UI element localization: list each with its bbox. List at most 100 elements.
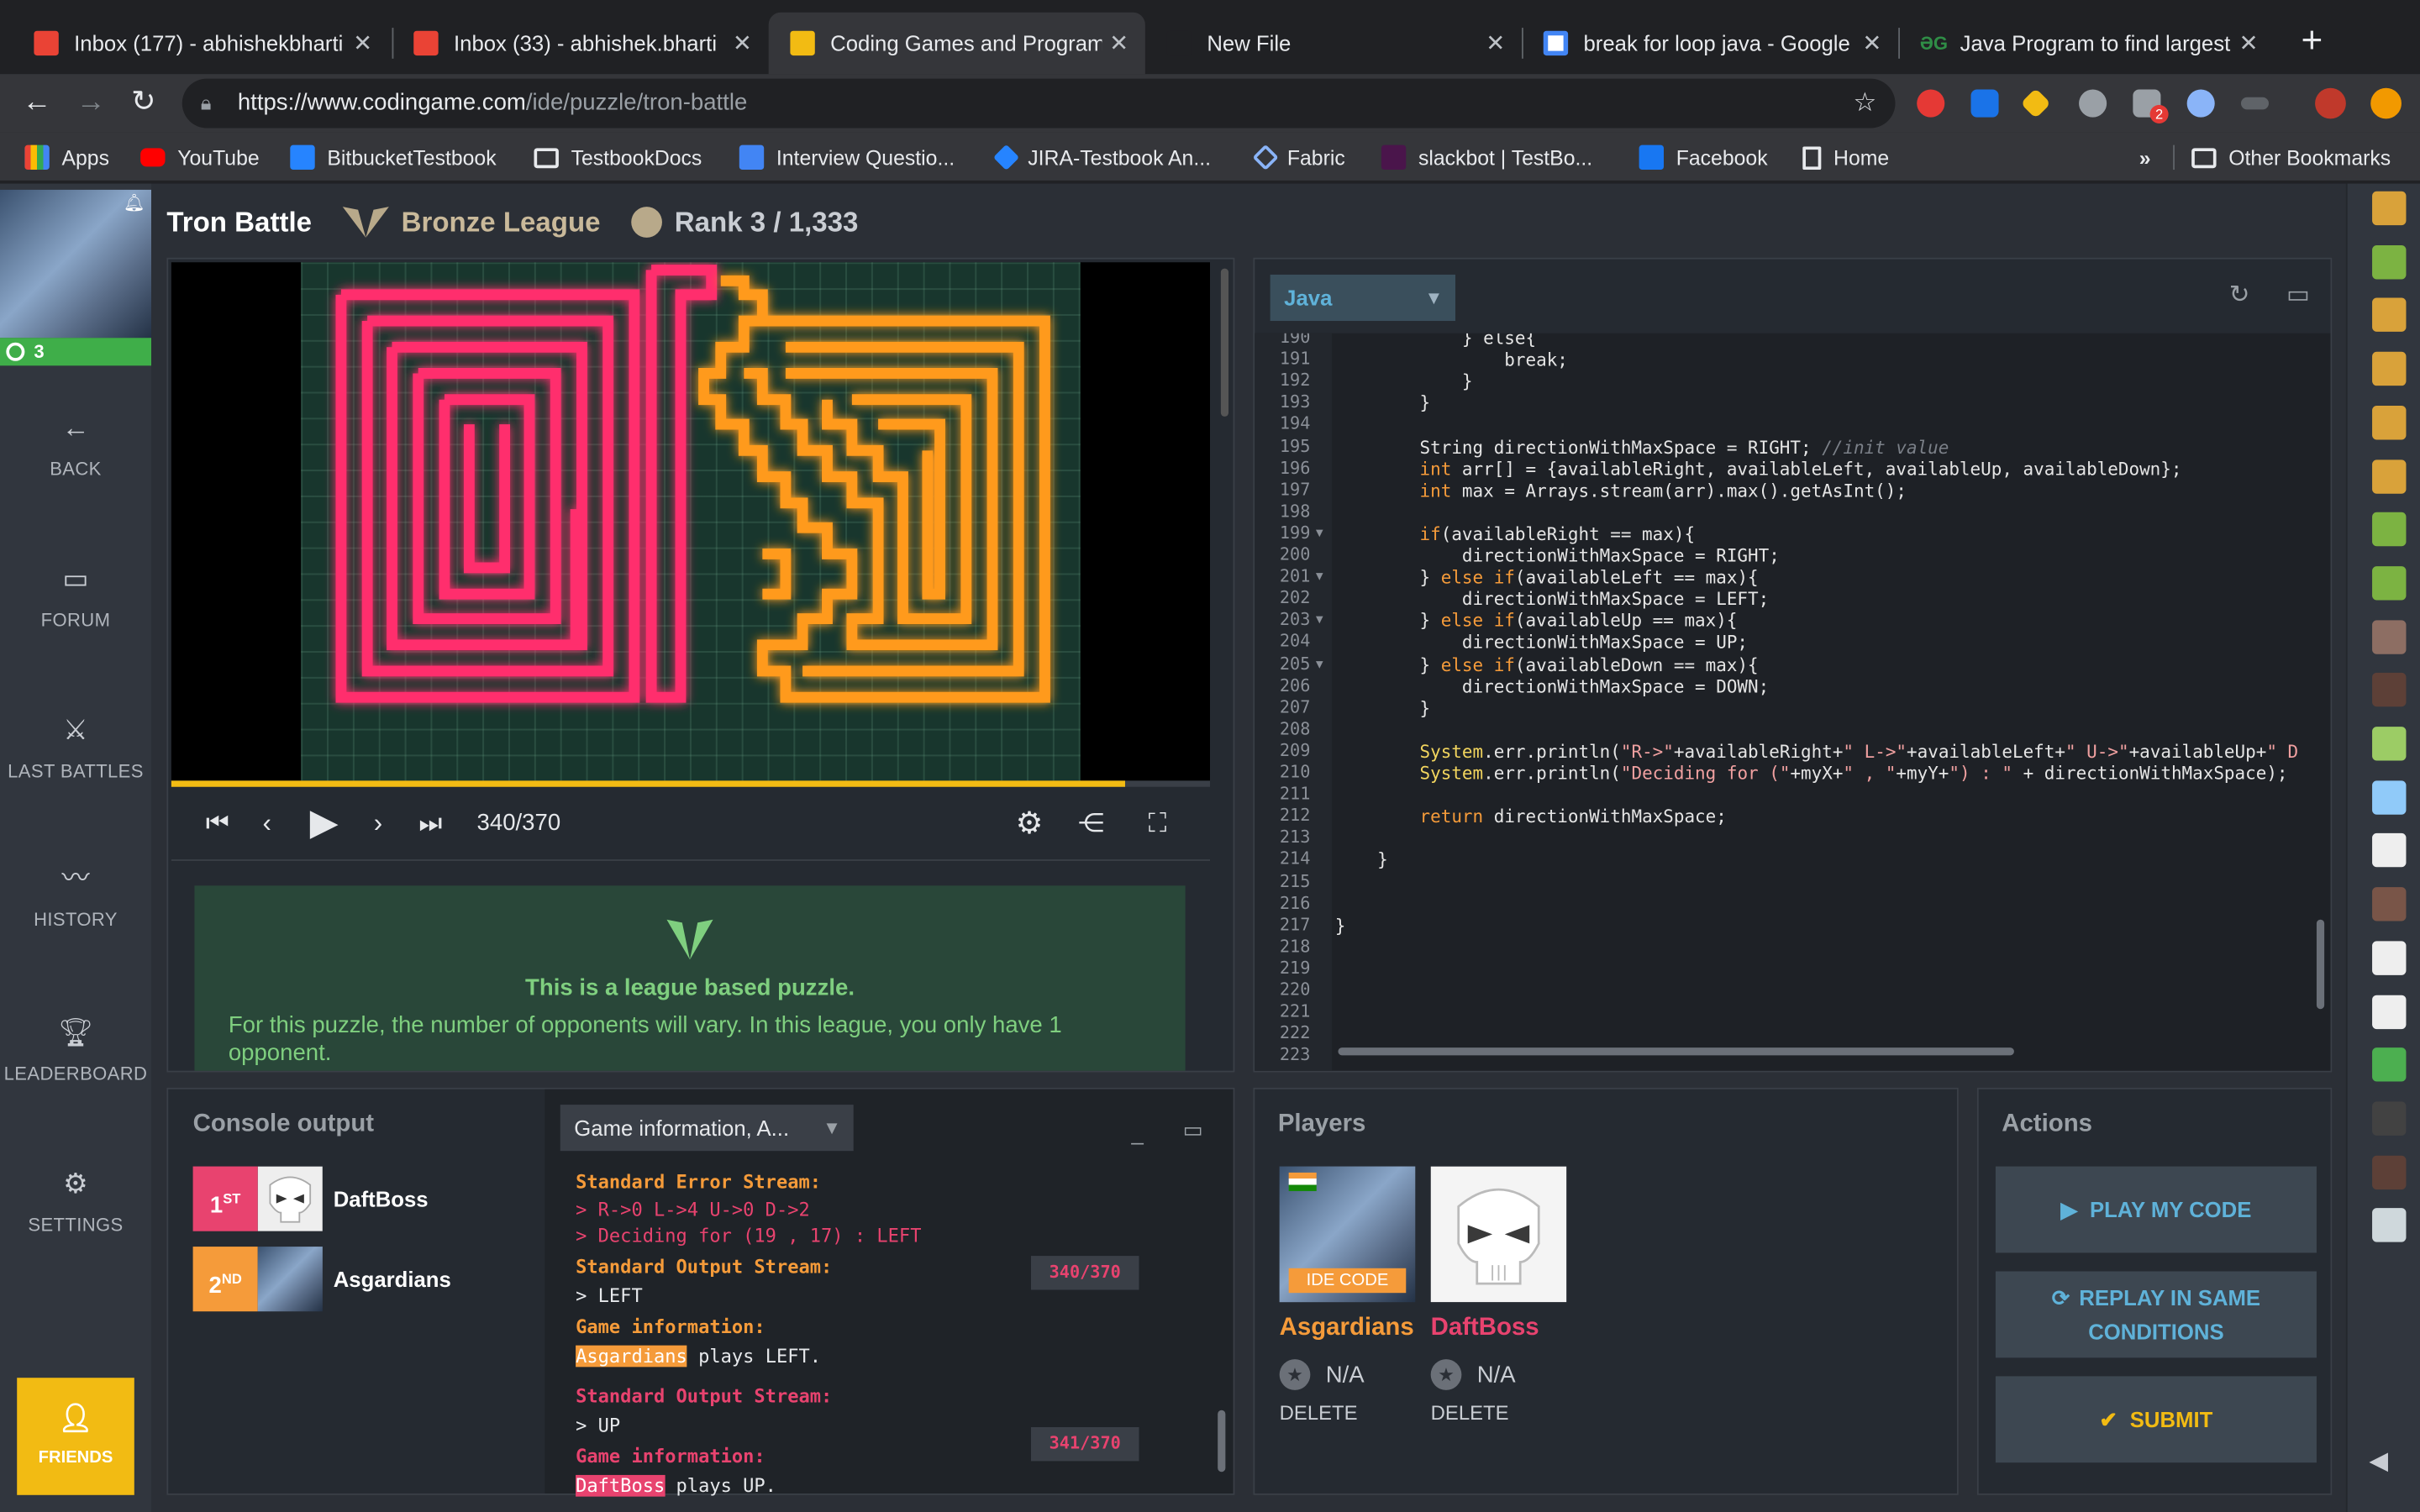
update-icon[interactable] bbox=[2370, 87, 2402, 119]
tab-new-file[interactable]: New File ✕ bbox=[1145, 13, 1522, 74]
game-arena[interactable] bbox=[171, 262, 1229, 781]
replay-progress-bar[interactable] bbox=[171, 780, 1210, 787]
extension-wing-icon[interactable] bbox=[2240, 97, 2269, 110]
friend-avatar[interactable] bbox=[2372, 887, 2407, 921]
friend-avatar[interactable] bbox=[2372, 565, 2407, 601]
reload-icon[interactable]: ↻ bbox=[124, 83, 164, 123]
close-icon[interactable]: ✕ bbox=[2232, 29, 2265, 57]
more-bookmarks-chevron[interactable]: » bbox=[2139, 142, 2151, 173]
collapse-arrow-icon[interactable]: ◀ bbox=[2369, 1446, 2388, 1477]
nav-history[interactable]: 〰 HISTORY bbox=[0, 859, 151, 931]
profile-avatar[interactable] bbox=[2315, 87, 2346, 119]
language-select[interactable]: Java ▼ bbox=[1270, 274, 1456, 322]
friend-avatar[interactable] bbox=[2372, 1208, 2407, 1243]
minimize-icon[interactable]: _ bbox=[1125, 1120, 1150, 1144]
extension-tag-icon[interactable] bbox=[2020, 87, 2051, 119]
friend-avatar[interactable] bbox=[2372, 1101, 2407, 1136]
address-bar[interactable]: 🔒︎ https://www.codingame.com/ide/puzzle/… bbox=[182, 78, 1896, 129]
nav-settings[interactable]: ⚙︎ SETTINGS bbox=[0, 1165, 151, 1236]
code-horizontal-scrollbar[interactable] bbox=[1338, 1047, 2014, 1056]
close-icon[interactable]: ✕ bbox=[1855, 29, 1889, 57]
friend-avatar[interactable] bbox=[2372, 1154, 2407, 1189]
bookmark-facebook[interactable]: Facebook bbox=[1639, 142, 1768, 173]
bookmark-youtube[interactable]: YouTube bbox=[140, 142, 260, 173]
rewind-start-icon[interactable]: ⏮︎ bbox=[199, 806, 236, 843]
bookmark-home[interactable]: Home bbox=[1802, 142, 1889, 173]
viewer-scrollbar[interactable] bbox=[1220, 268, 1229, 417]
friend-avatar[interactable] bbox=[2372, 512, 2407, 547]
friend-avatar[interactable] bbox=[2372, 459, 2407, 493]
code-vertical-scrollbar[interactable] bbox=[2316, 919, 2325, 1010]
friend-avatar[interactable] bbox=[2372, 298, 2407, 333]
maximize-icon[interactable]: ▭ bbox=[2283, 281, 2314, 312]
user-avatar[interactable]: 🔔︎ bbox=[0, 189, 151, 339]
step-forward-icon[interactable]: › bbox=[363, 806, 394, 843]
new-tab-button[interactable]: + bbox=[2291, 21, 2333, 65]
bookmark-apps[interactable]: Apps bbox=[24, 142, 109, 173]
console-filter-select[interactable]: Game information, A... ▼ bbox=[560, 1105, 854, 1152]
fold-arrow-icon[interactable]: ▼ bbox=[1313, 522, 1326, 544]
code-text[interactable]: } else{ break; } } String directionWithM… bbox=[1335, 333, 2331, 1071]
friend-avatar[interactable] bbox=[2372, 351, 2407, 386]
reset-code-icon[interactable]: ↻ bbox=[2224, 281, 2255, 312]
friend-avatar[interactable] bbox=[2372, 780, 2407, 815]
extension-circle-icon[interactable] bbox=[2186, 89, 2215, 118]
extension-stop-icon[interactable] bbox=[1917, 89, 1945, 118]
fold-arrow-icon[interactable]: ▼ bbox=[1313, 566, 1326, 588]
friends-button[interactable]: 👤︎ FRIENDS bbox=[17, 1378, 134, 1495]
friend-avatar[interactable] bbox=[2372, 727, 2407, 761]
console-scrollbar[interactable] bbox=[1218, 1410, 1226, 1473]
close-icon[interactable]: ✕ bbox=[1479, 29, 1512, 57]
gear-icon[interactable]: ⚙︎ bbox=[1011, 806, 1048, 843]
nav-leaderboard[interactable]: 🏆︎ LEADERBOARD bbox=[0, 1014, 151, 1084]
tab-inbox-177[interactable]: Inbox (177) - abhishekbharti ✕ bbox=[13, 13, 389, 74]
fullscreen-icon[interactable]: ⛶ bbox=[1134, 806, 1181, 843]
replay-same-conditions-button[interactable]: ⟳ REPLAY IN SAME CONDITIONS bbox=[1995, 1271, 2317, 1358]
fast-forward-end-icon[interactable]: ⏭︎ bbox=[412, 806, 449, 843]
nav-forum[interactable]: ▭ FORUM bbox=[0, 560, 151, 631]
friend-avatar[interactable] bbox=[2372, 1047, 2407, 1082]
maximize-icon[interactable]: ▭ bbox=[1181, 1117, 1205, 1142]
tab-google-search[interactable]: break for loop java - Google ✕ bbox=[1522, 13, 1898, 74]
delete-player-button[interactable]: DELETE bbox=[1280, 1401, 1358, 1425]
code-area[interactable]: 190 191 192 193 194 195 196 197 198 199 ▼ 200 201 ▼ 20… bbox=[1255, 333, 2331, 1071]
bookmark-testbookdocs[interactable]: TestbookDocs bbox=[534, 142, 702, 173]
extension-skype-icon[interactable] bbox=[2079, 89, 2107, 118]
fold-arrow-icon[interactable]: ▼ bbox=[1313, 610, 1326, 632]
submit-button[interactable]: ✔ SUBMIT bbox=[1995, 1376, 2317, 1463]
close-icon[interactable]: ✕ bbox=[345, 29, 379, 57]
play-icon[interactable]: ▶ bbox=[301, 805, 347, 843]
share-icon[interactable]: ⋲ bbox=[1073, 806, 1110, 843]
bookmark-other[interactable]: Other Bookmarks bbox=[2191, 142, 2391, 173]
friend-avatar[interactable] bbox=[2372, 994, 2407, 1029]
friend-avatar[interactable] bbox=[2372, 405, 2407, 440]
friend-avatar[interactable] bbox=[2372, 191, 2407, 226]
friend-avatar[interactable] bbox=[2372, 673, 2407, 707]
bookmark-star-icon[interactable]: ☆ bbox=[1853, 79, 1876, 129]
extension-calendar-icon[interactable] bbox=[1970, 89, 1999, 118]
close-icon[interactable]: ✕ bbox=[1102, 29, 1135, 57]
player-avatar[interactable]: IDE CODE bbox=[1279, 1166, 1416, 1303]
friend-avatar[interactable] bbox=[2372, 833, 2407, 868]
bookmark-jira[interactable]: JIRA-Testbook An... bbox=[992, 142, 1211, 173]
bell-icon[interactable]: 🔔︎ bbox=[124, 193, 145, 213]
nav-last-battles[interactable]: ⚔︎ LAST BATTLES bbox=[0, 711, 151, 782]
delete-player-button[interactable]: DELETE bbox=[1431, 1401, 1509, 1425]
bookmark-fabric[interactable]: Fabric bbox=[1252, 142, 1345, 173]
friend-avatar[interactable] bbox=[2372, 619, 2407, 654]
nav-back[interactable]: ← BACK bbox=[0, 409, 151, 480]
tab-inbox-33[interactable]: Inbox (33) - abhishek.bharti ✕ bbox=[392, 13, 769, 74]
friend-avatar[interactable] bbox=[2372, 244, 2407, 279]
play-my-code-button[interactable]: ▶ PLAY MY CODE bbox=[1995, 1166, 2317, 1253]
player-avatar[interactable] bbox=[1430, 1166, 1567, 1303]
step-back-icon[interactable]: ‹ bbox=[251, 806, 282, 843]
back-arrow-icon[interactable]: ← bbox=[17, 83, 57, 123]
forward-arrow-icon[interactable]: → bbox=[71, 83, 111, 123]
fold-arrow-icon[interactable]: ▼ bbox=[1313, 654, 1326, 675]
close-icon[interactable]: ✕ bbox=[725, 29, 759, 57]
friend-avatar[interactable] bbox=[2372, 941, 2407, 975]
bookmark-bitbucket[interactable]: BitbucketTestbook bbox=[290, 142, 497, 173]
bookmark-slackbot[interactable]: slackbot | TestBo... bbox=[1381, 142, 1592, 173]
bookmark-interview[interactable]: Interview Questio... bbox=[739, 142, 955, 173]
tab-geeksforgeeks[interactable]: ƏG Java Program to find largest ✕ bbox=[1898, 13, 2275, 74]
